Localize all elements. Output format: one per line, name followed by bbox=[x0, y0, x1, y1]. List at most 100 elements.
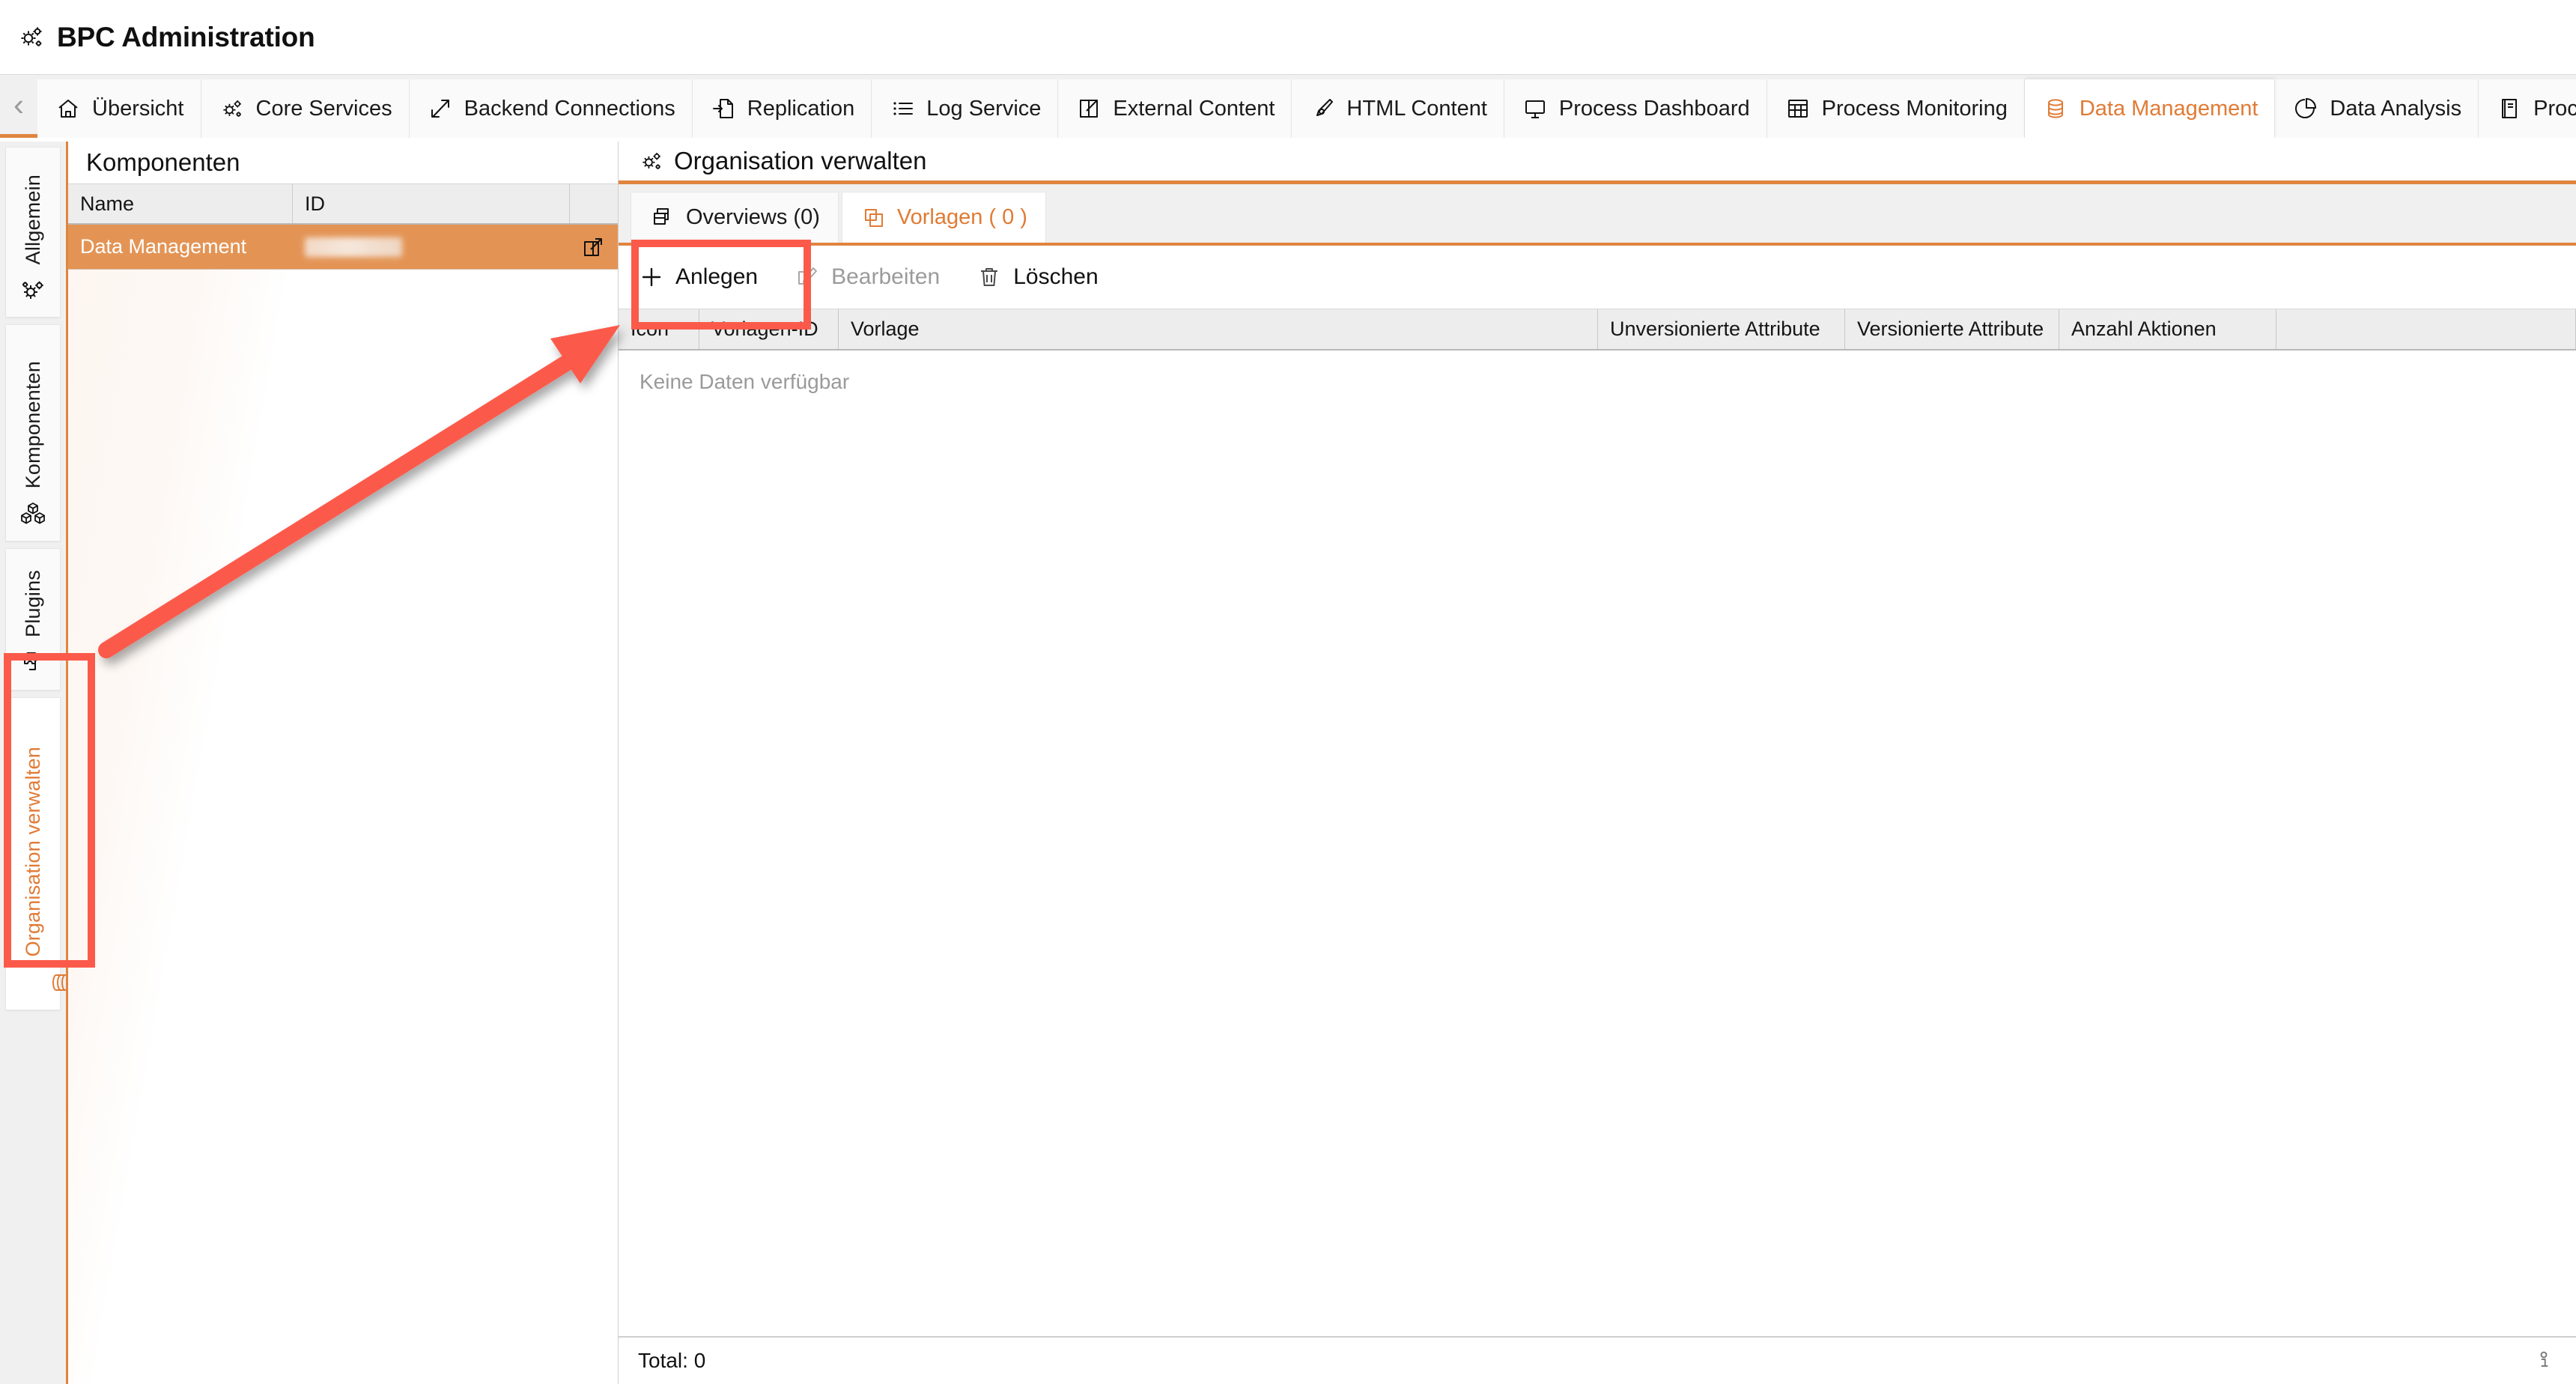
content-heading: Organisation verwalten bbox=[619, 142, 2576, 184]
sidebar-item-organisation-verwalten[interactable]: Organisation verwalten bbox=[5, 697, 61, 1010]
pie-chart-icon bbox=[2291, 94, 2320, 123]
tab-label: Data Management bbox=[2080, 97, 2258, 121]
tab-backend-connections[interactable]: Backend Connections bbox=[410, 79, 693, 138]
tab-data-management[interactable]: Data Management bbox=[2025, 79, 2276, 138]
page-title: BPC Administration bbox=[57, 22, 315, 53]
table-row[interactable]: Data Management bbox=[68, 225, 618, 270]
tab-uebersicht[interactable]: Übersicht bbox=[37, 79, 201, 138]
component-name: Data Management bbox=[68, 235, 293, 258]
sidebar-item-label: Komponenten bbox=[22, 361, 45, 488]
tab-external-content[interactable]: External Content bbox=[1058, 79, 1292, 138]
tab-core-services[interactable]: Core Services bbox=[201, 79, 410, 138]
column-header-vorlagen-id[interactable]: Vorlagen-ID bbox=[699, 309, 839, 349]
content-area: Organisation verwalten Overviews (0) Vor… bbox=[619, 142, 2576, 1384]
tab-label: Backend Connections bbox=[464, 97, 675, 121]
loeschen-button[interactable]: Löschen bbox=[976, 264, 1098, 291]
file-import-icon bbox=[709, 94, 738, 123]
panel-tint-overlay bbox=[68, 270, 618, 1384]
tab-label: Data Analysis bbox=[2330, 97, 2461, 121]
column-header-spacer bbox=[2276, 309, 2576, 349]
tab-label: Process Dashboard bbox=[1559, 97, 1750, 121]
tab-label: HTML Content bbox=[1346, 97, 1487, 121]
database-icon bbox=[18, 968, 48, 998]
app-window: BPC Administration ‹ Übersicht Core Serv… bbox=[0, 0, 2576, 1384]
tab-overviews[interactable]: Overviews (0) bbox=[631, 192, 839, 243]
database-icon bbox=[2041, 94, 2070, 123]
sidebar-item-komponenten[interactable]: Komponenten bbox=[5, 324, 61, 541]
vorlagen-table-header: Icon Vorlagen-ID Vorlage Unversionierte … bbox=[619, 309, 2576, 350]
content-toolbar: Anlegen Bearbeiten Löschen bbox=[619, 243, 2576, 309]
tab-label: Process Monitoring bbox=[1822, 97, 2008, 121]
pen-nib-icon bbox=[1308, 94, 1337, 123]
anlegen-button[interactable]: Anlegen bbox=[638, 264, 758, 291]
sidebar-item-plugins[interactable]: Plugins bbox=[5, 548, 61, 691]
expand-arrows-icon bbox=[426, 94, 455, 123]
tab-label: Replication bbox=[747, 97, 854, 121]
gears-icon bbox=[218, 94, 246, 123]
vorlagen-table: Icon Vorlagen-ID Vorlage Unversionierte … bbox=[619, 309, 2576, 1336]
tab-label: External Content bbox=[1113, 97, 1275, 121]
external-link-icon bbox=[1075, 94, 1103, 123]
tab-label: Proce bbox=[2533, 97, 2576, 121]
components-table: Name ID Data Management bbox=[68, 183, 618, 270]
components-table-header: Name ID bbox=[68, 183, 618, 225]
tab-label: Vorlagen ( 0 ) bbox=[897, 205, 1027, 230]
sidebar-item-allgemein[interactable]: Allgemein bbox=[5, 147, 61, 318]
main-tabbar[interactable]: ‹ Übersicht Core Services bbox=[0, 75, 2576, 138]
cubes-icon bbox=[18, 499, 48, 529]
monitor-icon bbox=[1521, 94, 1549, 123]
home-icon bbox=[54, 94, 82, 123]
book-icon bbox=[2495, 94, 2524, 123]
tab-replication[interactable]: Replication bbox=[693, 79, 872, 138]
components-panel-body bbox=[68, 270, 618, 1384]
column-header-name[interactable]: Name bbox=[68, 184, 293, 223]
puzzle-icon bbox=[18, 648, 48, 678]
column-header-versionierte-attribute[interactable]: Versionierte Attribute bbox=[1845, 309, 2059, 349]
bearbeiten-button[interactable]: Bearbeiten bbox=[794, 264, 940, 291]
tab-label: Übersicht bbox=[92, 97, 184, 121]
components-panel: Komponenten Name ID Data Management bbox=[66, 142, 619, 1384]
tab-label: Log Service bbox=[926, 97, 1041, 121]
trash-icon bbox=[976, 264, 1003, 291]
component-id bbox=[293, 237, 570, 257]
redacted-value bbox=[305, 237, 402, 257]
gears-icon bbox=[638, 148, 665, 174]
tab-process-dashboard[interactable]: Process Dashboard bbox=[1504, 79, 1767, 138]
tab-label: Overviews (0) bbox=[686, 205, 820, 230]
column-header-id[interactable]: ID bbox=[293, 184, 570, 223]
button-label: Anlegen bbox=[675, 264, 758, 290]
left-rail: Allgemein Komponenten Plugins bbox=[0, 142, 66, 1384]
tab-scroll-left-icon[interactable]: ‹ bbox=[0, 75, 37, 134]
list-icon bbox=[888, 94, 917, 123]
layers-icon bbox=[649, 204, 676, 231]
column-header-anzahl-aktionen[interactable]: Anzahl Aktionen bbox=[2059, 309, 2276, 349]
pencil-icon bbox=[794, 264, 821, 291]
button-label: Löschen bbox=[1013, 264, 1098, 290]
plus-icon bbox=[638, 264, 665, 291]
tab-html-content[interactable]: HTML Content bbox=[1292, 79, 1504, 138]
content-subtabs: Overviews (0) Vorlagen ( 0 ) bbox=[619, 184, 2576, 243]
tab-data-analysis[interactable]: Data Analysis bbox=[2275, 79, 2479, 138]
tab-vorlagen[interactable]: Vorlagen ( 0 ) bbox=[842, 192, 1046, 243]
sidebar-item-label: Organisation verwalten bbox=[22, 747, 45, 957]
components-panel-title: Komponenten bbox=[68, 142, 618, 183]
gears-icon bbox=[16, 22, 46, 52]
tab-process[interactable]: Proce bbox=[2479, 79, 2576, 138]
open-external-icon[interactable] bbox=[570, 236, 616, 258]
tab-process-monitoring[interactable]: Process Monitoring bbox=[1767, 79, 2025, 138]
title-bar: BPC Administration bbox=[0, 0, 2576, 75]
sidebar-item-label: Allgemein bbox=[22, 174, 45, 264]
table-grid-icon bbox=[1784, 94, 1812, 123]
info-icon[interactable] bbox=[2531, 1348, 2557, 1374]
column-header-vorlage[interactable]: Vorlage bbox=[839, 309, 1598, 349]
empty-state-message: Keine Daten verfügbar bbox=[619, 350, 2576, 394]
column-header-icon[interactable]: Icon bbox=[619, 309, 699, 349]
gears-icon bbox=[18, 275, 48, 305]
button-label: Bearbeiten bbox=[831, 264, 940, 290]
column-header-actions bbox=[570, 184, 616, 223]
content-footer: Total: 0 bbox=[619, 1336, 2576, 1384]
sidebar-item-label: Plugins bbox=[22, 570, 45, 637]
tab-label: Core Services bbox=[256, 97, 392, 121]
tab-log-service[interactable]: Log Service bbox=[872, 79, 1058, 138]
column-header-unversionierte-attribute[interactable]: Unversionierte Attribute bbox=[1598, 309, 1845, 349]
